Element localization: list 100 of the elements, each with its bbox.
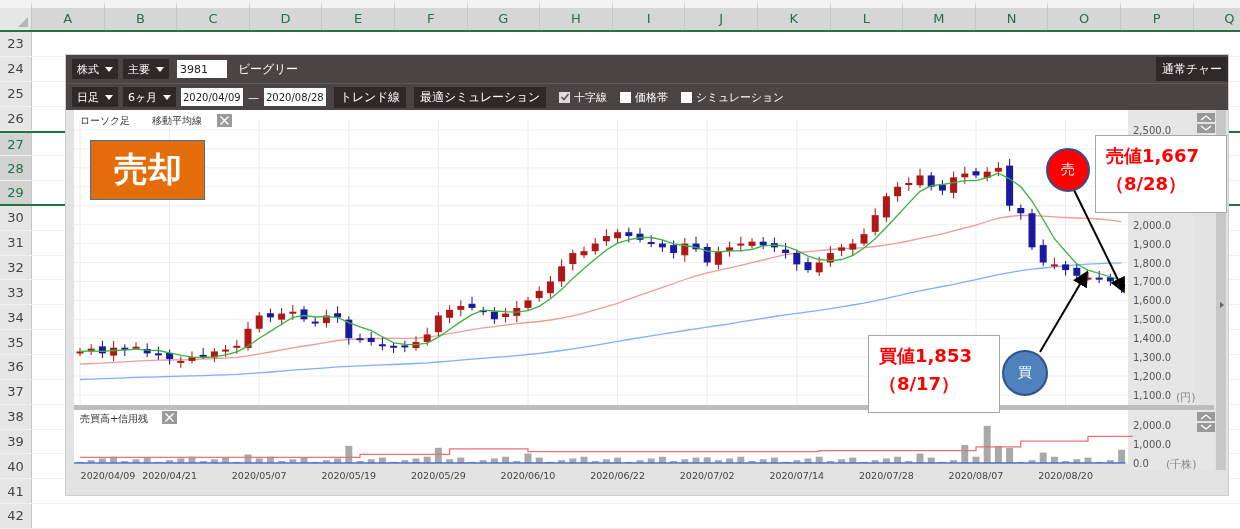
column-header[interactable]: B <box>103 0 177 30</box>
date-axis-label: 2020/08/07 <box>948 470 1004 481</box>
scroll-up-icon[interactable] <box>1197 412 1215 421</box>
sell-price-callout: 売値1,667 （8/28） <box>1095 135 1227 213</box>
column-header[interactable]: N <box>974 0 1048 30</box>
caret-icon <box>156 66 164 72</box>
row-header[interactable]: 34 <box>0 305 32 330</box>
start-date-field[interactable]: 2020/04/09 <box>181 88 243 106</box>
row-header[interactable]: 32 <box>0 255 32 280</box>
date-axis-label: 2020/08/20 <box>1038 470 1093 481</box>
checkbox[interactable] <box>620 91 631 103</box>
column-header[interactable]: H <box>539 0 612 30</box>
column-header[interactable]: G <box>466 0 540 30</box>
column-header[interactable]: L <box>829 0 903 30</box>
price-axis-label: 1,600.0 <box>1133 295 1172 307</box>
row-header[interactable]: 39 <box>0 429 32 454</box>
sale-title-label: 売却 <box>90 140 205 200</box>
volume-axis-label: 0.0 <box>1133 458 1149 469</box>
row-header[interactable]: 31 <box>0 230 32 255</box>
date-axis-label: 2020/05/07 <box>231 470 287 481</box>
price-axis-label: 1,100.0 <box>1133 390 1172 401</box>
caret-icon <box>105 66 113 72</box>
row-header[interactable]: 25 <box>0 81 32 106</box>
row-header[interactable]: 35 <box>0 330 32 354</box>
date-axis-label: 2020/07/28 <box>859 470 914 481</box>
chart-legend: ローソク足 <box>80 115 130 126</box>
row-header[interactable]: 40 <box>0 454 32 479</box>
column-header[interactable]: F <box>393 0 467 30</box>
toolbar-button[interactable]: トレンド線 <box>334 86 406 108</box>
price-unit-label: (円) <box>1176 391 1196 404</box>
row-header[interactable]: 23 <box>0 32 32 56</box>
row-header[interactable]: 33 <box>0 280 32 305</box>
market-dropdown[interactable]: 株式 <box>72 59 118 79</box>
row-header[interactable]: 28 <box>0 156 32 181</box>
row-header[interactable]: 29 <box>0 181 32 204</box>
row-header[interactable]: 30 <box>0 205 32 230</box>
chart-legend: 移動平均線 <box>152 115 202 126</box>
checkbox-label: シミュレーション <box>696 89 784 105</box>
row-header[interactable]: 36 <box>0 354 32 379</box>
price-axis-label: 1,400.0 <box>1133 333 1172 345</box>
end-date-field[interactable]: 2020/08/28 <box>264 88 326 106</box>
chart-legend: 売買高+信用残 <box>80 413 149 424</box>
price-axis-label: 1,800.0 <box>1133 257 1172 269</box>
row-header[interactable]: 26 <box>0 106 32 131</box>
scroll-down-icon[interactable] <box>1197 124 1215 133</box>
row-header[interactable]: 37 <box>0 379 32 404</box>
column-header[interactable]: C <box>176 0 249 30</box>
date-axis-label: 2020/05/29 <box>411 470 466 481</box>
stock-code-field[interactable]: 3981 <box>177 60 227 78</box>
row-header[interactable]: 42 <box>0 504 32 528</box>
row-header[interactable]: 24 <box>0 56 32 81</box>
close-icon[interactable] <box>217 114 232 127</box>
date-axis-label: 2020/06/22 <box>590 470 645 481</box>
caret-icon <box>163 94 171 100</box>
checkbox[interactable] <box>681 91 692 103</box>
date-axis-label: 2020/04/09 <box>80 470 136 481</box>
row-header[interactable]: 27 <box>0 133 32 156</box>
close-icon[interactable] <box>162 411 177 424</box>
price-axis-label: 2,000.0 <box>1133 219 1172 231</box>
volume-axis-label: 1,000.0 <box>1133 439 1172 450</box>
column-header[interactable]: J <box>684 0 757 30</box>
column-header[interactable]: P <box>1119 0 1193 30</box>
price-axis-label: 1,900.0 <box>1133 238 1172 250</box>
checkbox-label: 十字線 <box>574 89 607 105</box>
row-header[interactable]: 38 <box>0 404 32 429</box>
column-header[interactable]: Q <box>1192 0 1240 30</box>
date-axis-label: 2020/07/02 <box>679 470 735 481</box>
column-header[interactable]: E <box>321 0 394 30</box>
scroll-up-icon[interactable] <box>1197 113 1215 122</box>
price-axis-label: 1,500.0 <box>1133 314 1172 326</box>
expand-tab-icon[interactable] <box>1220 302 1224 308</box>
checkbox[interactable] <box>559 91 570 103</box>
select-all-icon[interactable] <box>18 17 28 27</box>
column-header[interactable]: D <box>248 0 322 30</box>
company-name: ビーグリー <box>238 60 298 78</box>
column-header[interactable]: I <box>611 0 685 30</box>
date-axis-label: 2020/05/19 <box>321 470 377 481</box>
date-axis-label: 2020/04/21 <box>142 470 197 481</box>
column-header[interactable]: A <box>31 0 104 30</box>
price-axis-label: 1,300.0 <box>1133 352 1172 364</box>
column-header[interactable]: K <box>756 0 830 30</box>
info-dropdown[interactable]: 主要 <box>123 59 169 79</box>
price-axis-label: 1,200.0 <box>1133 371 1172 383</box>
volume-unit-label: (千株) <box>1166 458 1197 471</box>
period-dropdown[interactable]: 日足 <box>72 87 118 107</box>
row-header[interactable]: 41 <box>0 479 32 504</box>
toolbar-button[interactable]: 最適シミュレーション <box>414 86 546 108</box>
buy-price-callout: 買値1,853 （8/17） <box>868 335 1000 413</box>
date-separator: — <box>248 90 259 104</box>
scroll-down-icon[interactable] <box>1197 423 1215 432</box>
price-axis-label: 2,500.0 <box>1133 125 1172 136</box>
date-axis-label: 2020/06/10 <box>500 470 556 481</box>
column-header[interactable]: O <box>1047 0 1120 30</box>
date-axis-label: 2020/07/14 <box>769 470 825 481</box>
chart-mode-button[interactable]: 通常チャー <box>1156 57 1228 81</box>
column-header[interactable]: M <box>902 0 975 30</box>
price-axis-label: 1,700.0 <box>1133 276 1172 288</box>
range-dropdown[interactable]: 6ヶ月 <box>123 87 176 107</box>
checkbox-label: 価格帯 <box>635 89 668 105</box>
volume-axis-label: 2,000.0 <box>1133 420 1172 431</box>
